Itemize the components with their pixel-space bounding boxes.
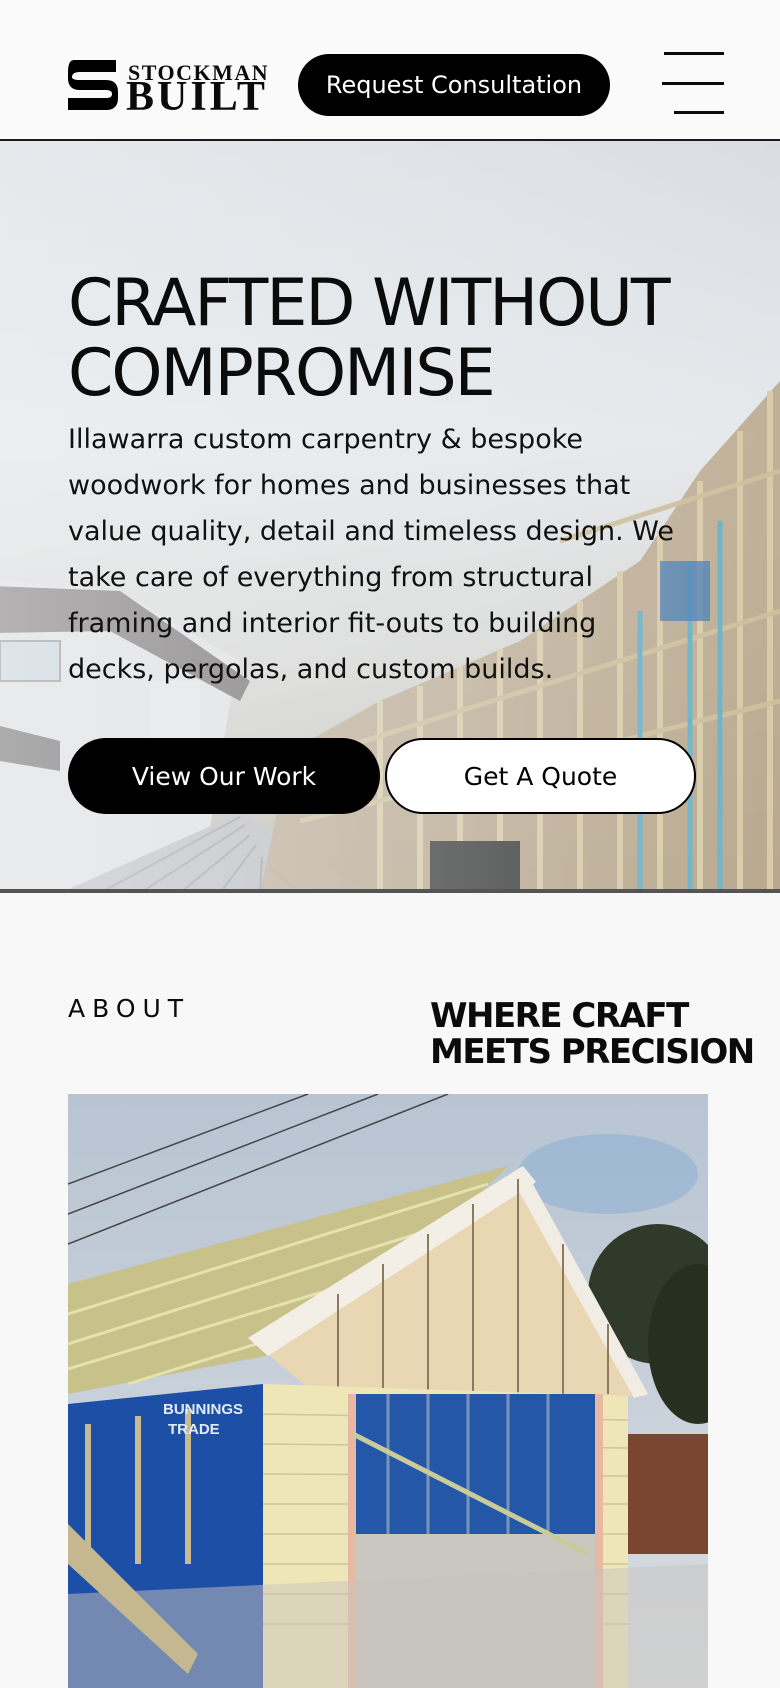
- about-heading: WHERE CRAFT MEETS PRECISION: [430, 996, 755, 1072]
- site-header: STOCKMAN BUILT Request Consultation: [0, 0, 780, 141]
- logo[interactable]: STOCKMAN BUILT: [66, 58, 268, 118]
- about-photo: BUNNINGS TRADE: [68, 1094, 708, 1688]
- hero-description: Illawarra custom carpentry & bespoke woo…: [68, 424, 674, 685]
- view-our-work-button[interactable]: View Our Work: [68, 738, 380, 814]
- about-section-label: ABOUT: [68, 994, 191, 1023]
- hero-title: CRAFTED WITHOUT COMPROMISE: [68, 266, 671, 411]
- request-consultation-button[interactable]: Request Consultation: [298, 54, 610, 116]
- logo-mark-icon: [68, 60, 118, 110]
- garage-build-image: BUNNINGS TRADE: [68, 1094, 708, 1688]
- get-a-quote-button[interactable]: Get A Quote: [385, 738, 696, 814]
- svg-text:TRADE: TRADE: [168, 1421, 220, 1438]
- hamburger-menu-icon[interactable]: [662, 52, 726, 116]
- hero-section: CRAFTED WITHOUT COMPROMISE Illawarra cus…: [0, 141, 780, 893]
- signage-text-graphic: BUNNINGS: [163, 1401, 243, 1418]
- logo-wordmark-bottom: BUILT: [126, 74, 268, 120]
